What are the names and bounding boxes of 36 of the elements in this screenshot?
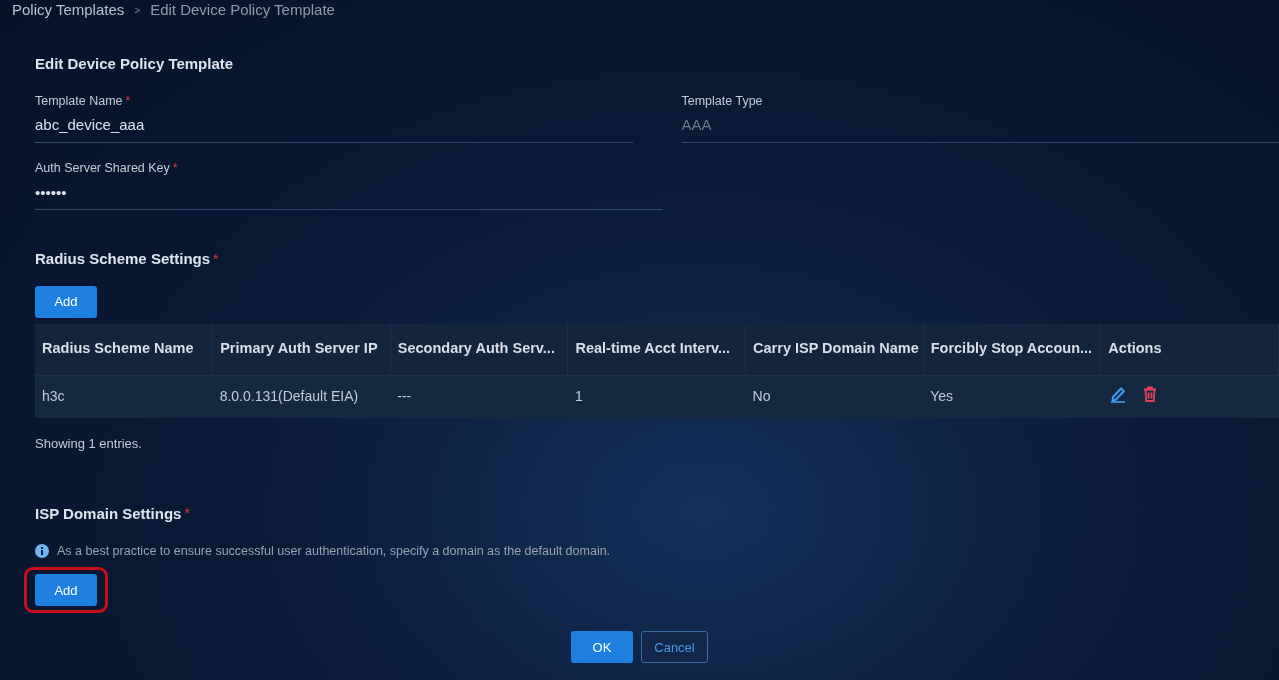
- column-header: Actions: [1100, 323, 1279, 376]
- form-title: Edit Device Policy Template: [35, 54, 235, 74]
- field-label: Template Name *: [35, 92, 132, 110]
- field-label: Template Type: [681, 92, 764, 110]
- column-header: Primary Auth Server IP: [212, 323, 391, 376]
- breadcrumb-separator: >: [134, 3, 141, 18]
- column-header: Carry ISP Domain Name: [745, 323, 924, 376]
- column-header: Forcibly Stop Accoun...: [923, 323, 1101, 376]
- required-marker: *: [125, 93, 131, 108]
- table-cell: No: [745, 375, 924, 418]
- input-field[interactable]: ••••••: [35, 179, 663, 210]
- column-header: Real-time Acct Interv...: [567, 323, 746, 376]
- info-message: As a best practice to ensure successful user authentication, specify a domain as the default domain.: [57, 542, 611, 560]
- column-header: Radius Scheme Name: [35, 323, 213, 376]
- add-button[interactable]: Add: [35, 285, 97, 318]
- table-cell: Yes: [923, 375, 1101, 418]
- table-cell: 1: [567, 375, 746, 418]
- section-title: Radius Scheme Settings: [35, 249, 211, 269]
- delete-icon[interactable]: [1142, 385, 1157, 402]
- table-cell: ---: [390, 375, 568, 418]
- field-label: Auth Server Shared Key *: [35, 159, 179, 177]
- required-marker: *: [213, 249, 219, 269]
- required-marker: *: [184, 504, 190, 523]
- cancel-button[interactable]: Cancel: [641, 631, 708, 664]
- input-field[interactable]: abc_device_aaa: [35, 112, 633, 143]
- table-cell: h3c: [35, 375, 213, 418]
- info-icon: [35, 543, 49, 558]
- ok-button[interactable]: OK: [571, 631, 633, 664]
- breadcrumb-current: Edit Device Policy Template: [150, 0, 335, 20]
- table-cell: 8.0.0.131(Default EIA): [212, 375, 391, 418]
- section-title: ISP Domain Settings: [35, 504, 182, 524]
- entries-count: Showing 1 entries.: [35, 434, 143, 453]
- required-marker: *: [172, 160, 178, 175]
- breadcrumb-link[interactable]: Policy Templates: [12, 0, 125, 22]
- column-header: Secondary Auth Serv...: [390, 323, 568, 376]
- add-button[interactable]: Add: [35, 574, 97, 607]
